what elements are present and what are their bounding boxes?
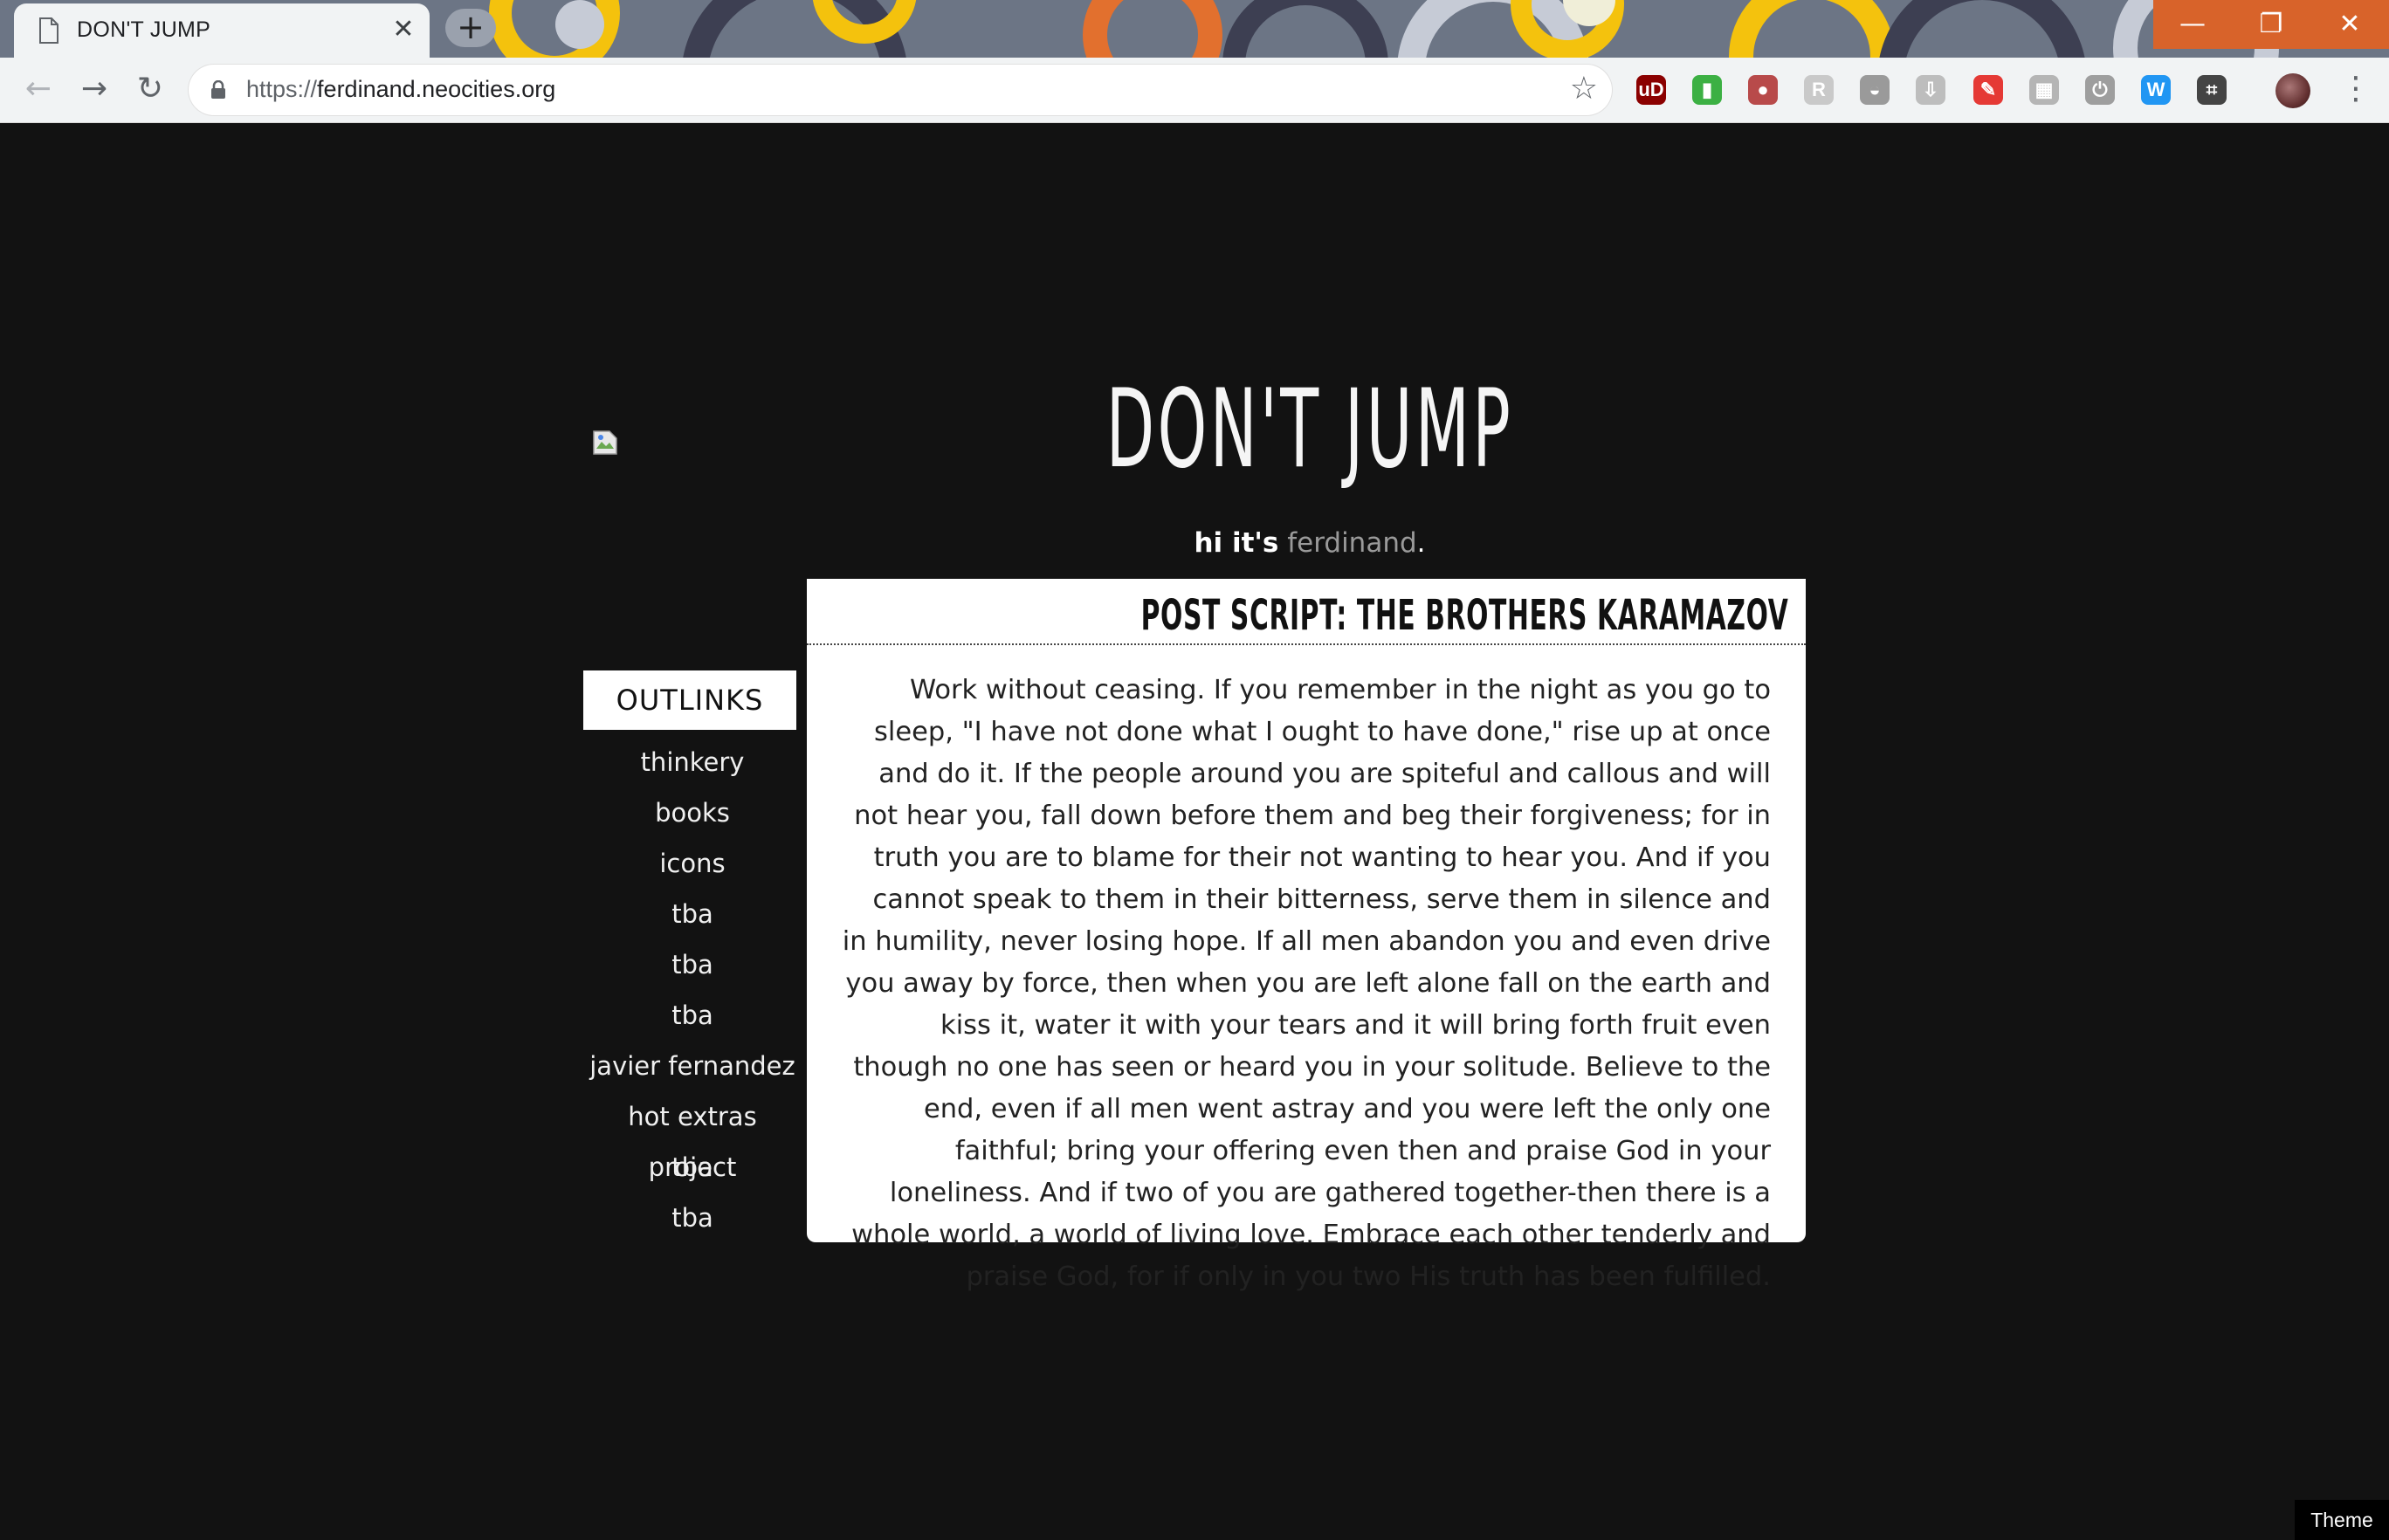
- post-divider: [807, 643, 1806, 645]
- list-item: thinkery: [583, 737, 802, 787]
- outlink-icons[interactable]: icons: [659, 849, 725, 878]
- broken-image-icon: [593, 430, 617, 455]
- browser-tab[interactable]: DON'T JUMP ✕: [14, 3, 430, 58]
- tab-title: DON'T JUMP: [77, 17, 211, 42]
- list-item: javier fernandez: [583, 1041, 802, 1091]
- forward-arrow-icon[interactable]: →: [75, 70, 114, 108]
- list-item: tba: [583, 889, 802, 939]
- site-subtitle: hi it's ferdinand.: [1048, 527, 1572, 559]
- outlink-tba-2[interactable]: tba: [671, 950, 713, 980]
- subtitle-greeting: hi it's: [1194, 527, 1279, 559]
- list-item: tba: [583, 1193, 802, 1243]
- w-extension-icon[interactable]: W: [2141, 75, 2171, 105]
- theme-decoration: [1222, 0, 1388, 58]
- document-icon: [39, 17, 59, 44]
- new-tab-button[interactable]: +: [445, 9, 496, 47]
- post-body: Work without ceasing. If you remember in…: [842, 675, 1771, 1292]
- reload-icon[interactable]: ↻: [131, 70, 169, 108]
- post-title: POST SCRIPT: THE BROTHERS KARAMAZOV: [1140, 591, 1788, 640]
- download-extension-icon[interactable]: ⇩: [1916, 75, 1945, 105]
- outlink-tba-4[interactable]: tba: [671, 1152, 713, 1182]
- hat-extension-icon[interactable]: ◒: [1860, 75, 1890, 105]
- theme-decoration: [1083, 0, 1222, 58]
- list-item: books: [583, 787, 802, 838]
- theme-button[interactable]: Theme: [2295, 1500, 2389, 1540]
- lock-icon: [211, 80, 225, 99]
- menu-dots-icon[interactable]: ⋮: [2340, 70, 2372, 108]
- outlink-javier-fernandez[interactable]: javier fernandez: [589, 1051, 795, 1081]
- restore-icon[interactable]: ❐: [2232, 0, 2310, 49]
- url-domain: ferdinand.neocities.org: [317, 76, 556, 102]
- site-title: DON'T JUMP: [1105, 367, 1514, 492]
- list-item: tba: [583, 1142, 802, 1193]
- address-bar[interactable]: https://ferdinand.neocities.org ☆: [189, 65, 1612, 115]
- outlinks-heading: OUTLINKS: [583, 670, 796, 730]
- subtitle-period: .: [1416, 527, 1426, 559]
- chart-extension-icon[interactable]: ▦: [2029, 75, 2059, 105]
- tab-close-icon[interactable]: ✕: [388, 12, 419, 47]
- browser-titlebar: DON'T JUMP ✕ + — ❐ ✕: [0, 0, 2389, 58]
- post-card: POST SCRIPT: THE BROTHERS KARAMAZOV Work…: [807, 579, 1806, 1292]
- eyedropper-extension-icon[interactable]: ✎: [1973, 75, 2003, 105]
- theme-decoration: [1729, 0, 1895, 58]
- theme-decoration: [555, 0, 604, 49]
- tomato-extension-icon[interactable]: ●: [1748, 75, 1778, 105]
- outlink-books[interactable]: books: [655, 798, 730, 828]
- outlink-tba-1[interactable]: tba: [671, 899, 713, 929]
- theme-decoration: [1877, 0, 2087, 58]
- url-protocol: https://: [246, 76, 318, 102]
- list-item: hot extras project: [583, 1091, 802, 1182]
- ublock-icon[interactable]: uD: [1636, 75, 1666, 105]
- avatar[interactable]: [2275, 73, 2310, 108]
- window-controls: — ❐ ✕: [2153, 0, 2389, 49]
- outlink-thinkery[interactable]: thinkery: [641, 747, 745, 777]
- minimize-icon[interactable]: —: [2153, 0, 2232, 49]
- list-item: tba: [583, 990, 802, 1041]
- close-window-icon[interactable]: ✕: [2310, 0, 2389, 49]
- back-arrow-icon[interactable]: ←: [19, 70, 58, 108]
- outlink-tba-5[interactable]: tba: [671, 1203, 713, 1233]
- browser-toolbar: ← → ↻ https://ferdinand.neocities.org ☆ …: [0, 58, 2389, 123]
- battery-extension-icon[interactable]: ▮: [1692, 75, 1722, 105]
- bookmark-star-icon[interactable]: ☆: [1570, 72, 1598, 107]
- outlink-tba-3[interactable]: tba: [671, 1000, 713, 1030]
- power-extension-icon[interactable]: ⏻: [2085, 75, 2115, 105]
- crop-extension-icon[interactable]: ⌗: [2197, 75, 2227, 105]
- outlinks-sidebar: OUTLINKS thinkery books icons tba tba tb…: [583, 670, 802, 1243]
- outlinks-list: thinkery books icons tba tba tba javier …: [583, 737, 802, 1243]
- rx-extension-icon[interactable]: R: [1804, 75, 1834, 105]
- list-item: tba: [583, 939, 802, 990]
- url-text[interactable]: https://ferdinand.neocities.org: [246, 76, 555, 103]
- subtitle-name: ferdinand: [1287, 527, 1417, 559]
- list-item: icons: [583, 838, 802, 889]
